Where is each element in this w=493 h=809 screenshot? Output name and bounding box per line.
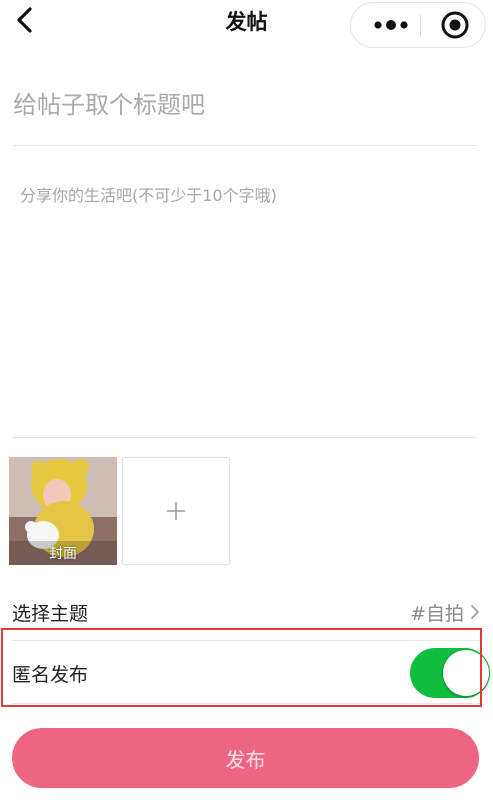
target-circle-icon — [441, 11, 469, 39]
navigation-bar: 发帖 — [0, 0, 493, 50]
chevron-right-icon — [471, 605, 479, 619]
publish-button[interactable]: 发布 — [12, 728, 479, 788]
capsule-divider — [420, 14, 421, 36]
select-topic-label: 选择主题 — [12, 602, 89, 625]
content-divider — [13, 437, 476, 438]
cover-image[interactable]: 封面 — [9, 457, 117, 565]
post-title-input[interactable] — [13, 80, 476, 130]
cover-label: 封面 — [49, 546, 77, 562]
add-image-button[interactable] — [122, 457, 230, 565]
mini-program-capsule — [350, 2, 486, 48]
plus-icon — [167, 502, 185, 520]
topic-selector: #自拍 — [410, 599, 480, 626]
selected-topic-value: #自拍 — [410, 602, 464, 625]
post-content-input[interactable] — [20, 182, 476, 422]
close-mini-program-button[interactable] — [435, 3, 475, 47]
highlight-box — [1, 628, 482, 707]
title-divider — [13, 145, 476, 146]
select-topic-row[interactable]: 选择主题 #自拍 — [12, 595, 480, 629]
more-dots-icon — [374, 20, 408, 30]
more-button[interactable] — [365, 3, 417, 47]
